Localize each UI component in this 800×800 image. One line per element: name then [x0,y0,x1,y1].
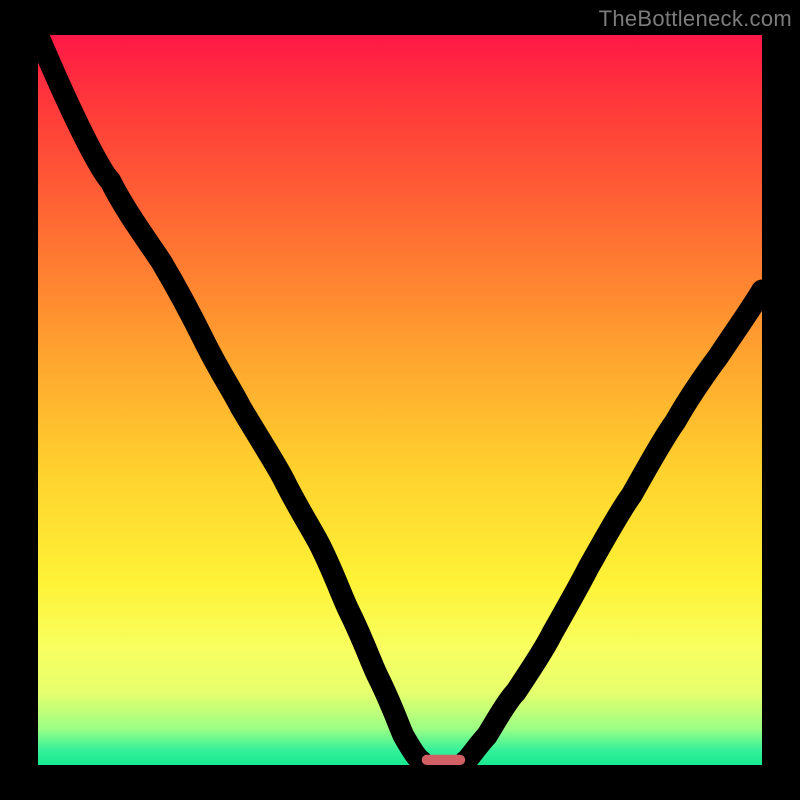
bottleneck-curve-left [38,35,422,761]
chart-svg [38,35,762,765]
watermark-text: TheBottleneck.com [599,6,792,32]
optimal-range-marker [422,755,465,765]
plot-area [38,35,762,765]
bottleneck-curve-right [465,291,762,762]
chart-frame: TheBottleneck.com [0,0,800,800]
